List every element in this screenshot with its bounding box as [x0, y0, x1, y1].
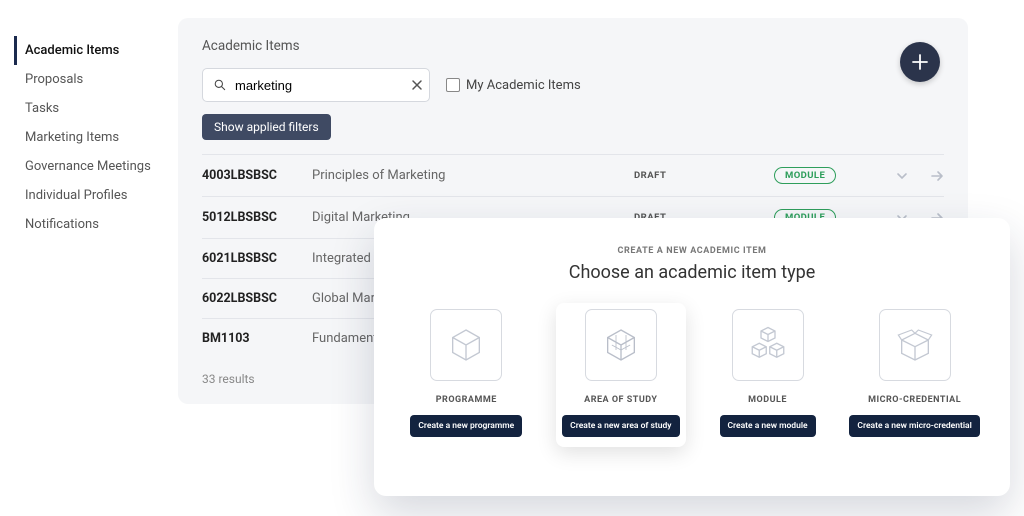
create-module-button[interactable]: Create a new module: [720, 415, 816, 437]
row-name: Principles of Marketing: [312, 168, 634, 183]
row-code: BM1103: [202, 331, 312, 346]
cube-grid-icon: [585, 309, 657, 381]
type-grid: PROGRAMME Create a new programme AREA OF…: [410, 303, 974, 447]
type-card-programme[interactable]: PROGRAMME Create a new programme: [404, 303, 528, 447]
row-actions: [864, 170, 944, 182]
page-title: Academic Items: [202, 38, 944, 54]
open-box-icon: [879, 309, 951, 381]
show-filters-button[interactable]: Show applied filters: [202, 114, 331, 140]
chevron-down-icon[interactable]: [896, 170, 908, 182]
row-tag: MODULE: [774, 167, 836, 184]
modal-title: Choose an academic item type: [410, 262, 974, 283]
row-code: 5012LBSBSC: [202, 210, 312, 225]
type-label: MICRO-CREDENTIAL: [868, 395, 961, 405]
checkbox-icon: [446, 78, 460, 92]
sidebar-item-proposals[interactable]: Proposals: [14, 65, 178, 94]
create-area-of-study-button[interactable]: Create a new area of study: [562, 415, 679, 437]
sidebar-item-individual-profiles[interactable]: Individual Profiles: [14, 181, 178, 210]
sidebar-item-marketing-items[interactable]: Marketing Items: [14, 123, 178, 152]
row-code: 6022LBSBSC: [202, 291, 312, 306]
add-button[interactable]: [900, 42, 940, 82]
modal-kicker: CREATE A NEW ACADEMIC ITEM: [410, 246, 974, 256]
create-micro-credential-button[interactable]: Create a new micro-credential: [849, 415, 979, 437]
type-label: PROGRAMME: [436, 395, 497, 405]
row-code: 6021LBSBSC: [202, 251, 312, 266]
type-card-area-of-study[interactable]: AREA OF STUDY Create a new area of study: [556, 303, 685, 447]
create-item-modal: CREATE A NEW ACADEMIC ITEM Choose an aca…: [374, 218, 1010, 496]
my-items-filter[interactable]: My Academic Items: [446, 78, 581, 93]
search-input[interactable]: [235, 78, 411, 93]
search-icon: [213, 78, 227, 92]
search-box[interactable]: [202, 68, 430, 102]
plus-icon: [911, 53, 929, 71]
sidebar-item-academic-items[interactable]: Academic Items: [14, 36, 178, 65]
arrow-right-icon[interactable]: [930, 170, 944, 182]
type-card-module[interactable]: MODULE Create a new module: [714, 303, 822, 447]
sidebar-item-governance-meetings[interactable]: Governance Meetings: [14, 152, 178, 181]
type-label: MODULE: [748, 395, 787, 405]
cube-icon: [430, 309, 502, 381]
sidebar-item-notifications[interactable]: Notifications: [14, 210, 178, 239]
type-label: AREA OF STUDY: [584, 395, 657, 405]
sidebar: Academic Items Proposals Tasks Marketing…: [0, 0, 178, 404]
search-row: My Academic Items: [202, 68, 944, 102]
table-row[interactable]: 4003LBSBSC Principles of Marketing DRAFT…: [202, 154, 944, 196]
cubes-icon: [732, 309, 804, 381]
row-status: DRAFT: [634, 170, 774, 181]
clear-search-icon[interactable]: [411, 79, 423, 91]
create-programme-button[interactable]: Create a new programme: [410, 415, 522, 437]
my-items-label: My Academic Items: [466, 78, 581, 93]
row-code: 4003LBSBSC: [202, 168, 312, 183]
sidebar-item-tasks[interactable]: Tasks: [14, 94, 178, 123]
type-card-micro-credential[interactable]: MICRO-CREDENTIAL Create a new micro-cred…: [850, 303, 980, 447]
